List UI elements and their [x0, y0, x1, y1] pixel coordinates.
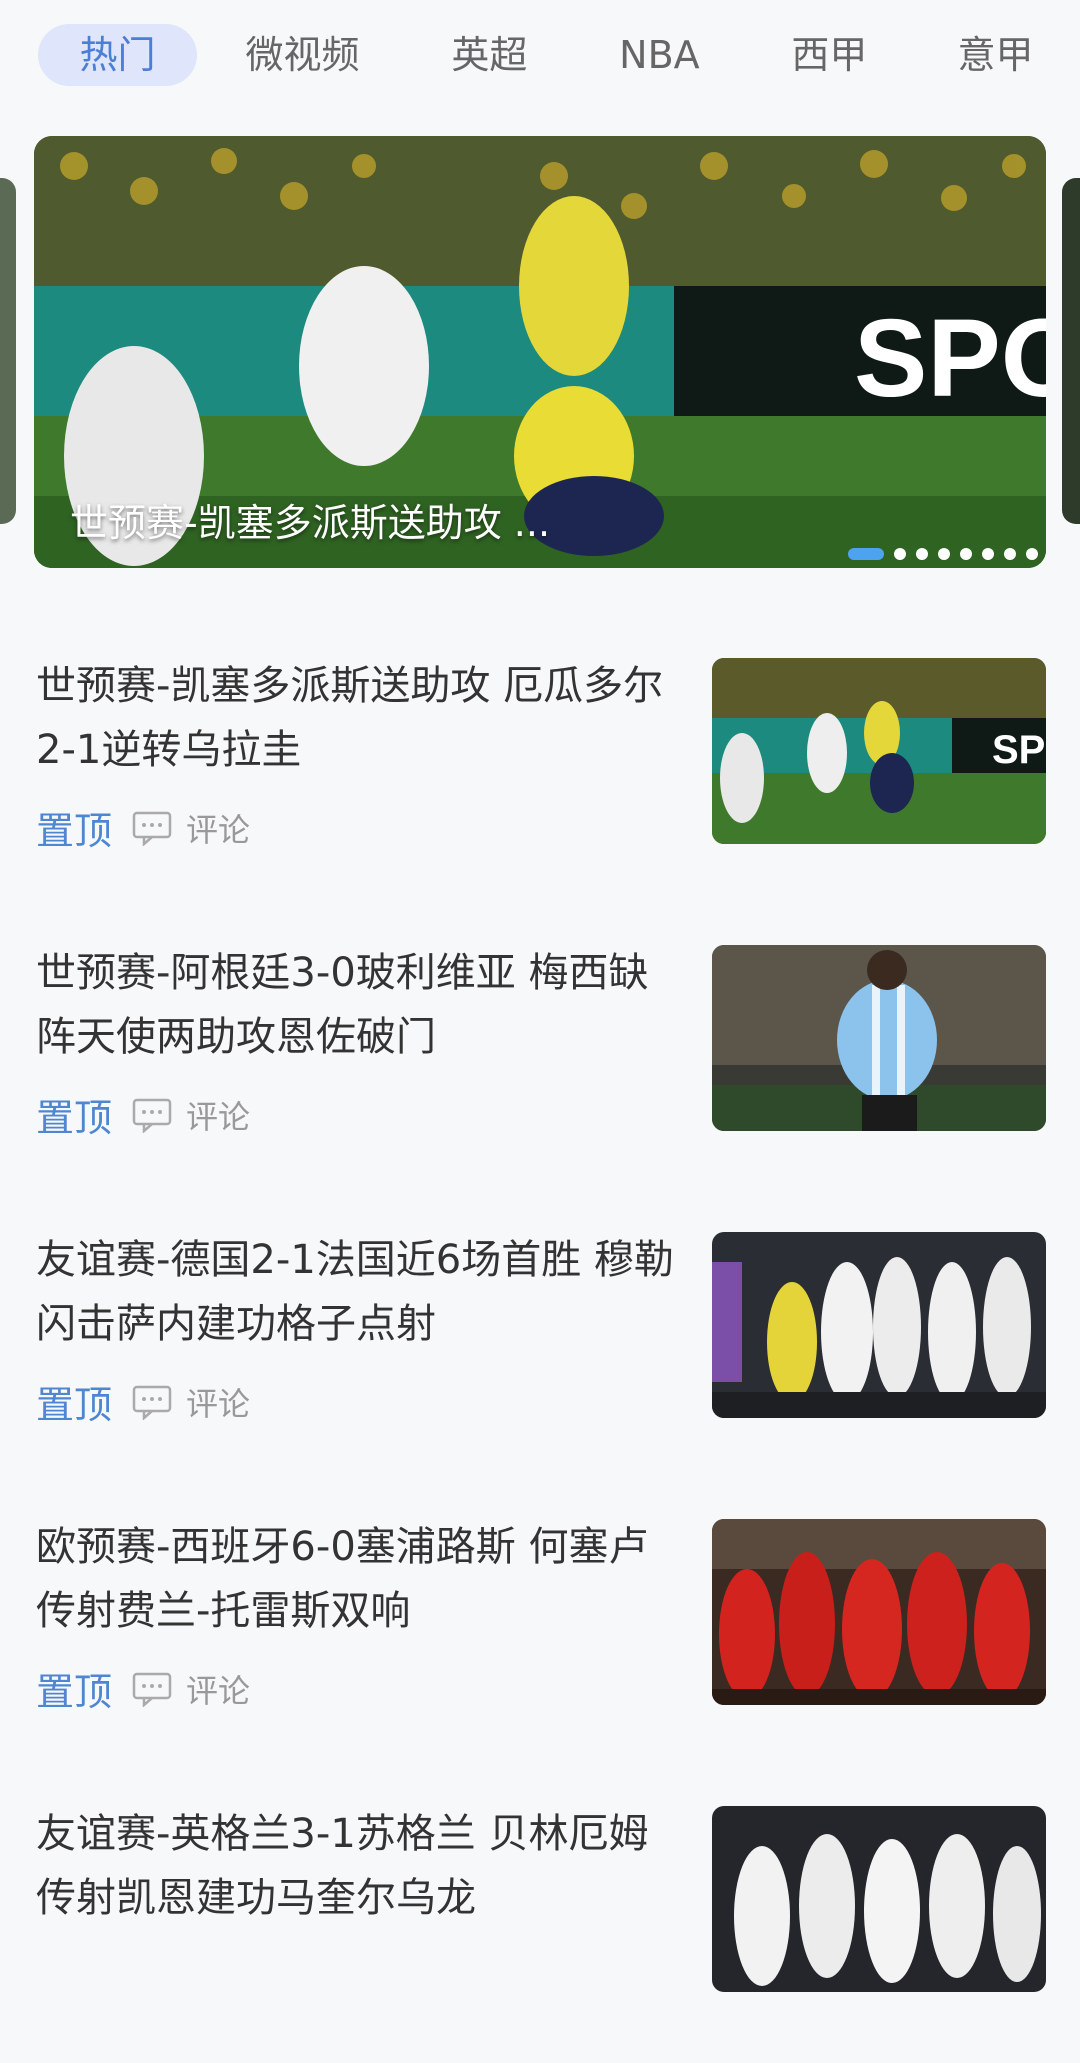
carousel-dot [938, 548, 950, 560]
tab-serie-a[interactable]: 意甲 [911, 24, 1080, 86]
news-thumbnail[interactable] [712, 1232, 1046, 1418]
carousel-dot [960, 548, 972, 560]
pinned-label: 置顶 [36, 809, 113, 853]
carousel-dot [982, 548, 994, 560]
news-list: 世预赛-凯塞多派斯送助攻 厄瓜多尔2-1逆转乌拉圭 置顶 评论 SP 世预赛-阿… [0, 628, 1080, 2063]
news-title: 世预赛-凯塞多派斯送助攻 厄瓜多尔2-1逆转乌拉圭 [36, 663, 664, 773]
tab-nba[interactable]: NBA [571, 24, 748, 86]
news-title: 友谊赛-英格兰3-1苏格兰 贝林厄姆传射凯恩建功马奎尔乌龙 [36, 1811, 649, 1921]
carousel-dot [916, 548, 928, 560]
pinned-label: 置顶 [36, 1670, 113, 1714]
news-thumbnail[interactable] [712, 1519, 1046, 1705]
carousel-indicator [848, 548, 1038, 560]
banner-caption: 世预赛-凯塞多派斯送助攻 ... [70, 501, 551, 545]
tab-micro-video[interactable]: 微视频 [197, 24, 408, 86]
news-item[interactable]: 欧预赛-西班牙6-0塞浦路斯 何塞卢传射费兰-托雷斯双响 置顶 评论 [0, 1489, 1080, 1776]
banner-prev-peek[interactable] [0, 178, 16, 524]
news-item[interactable]: 世预赛-凯塞多派斯送助攻 厄瓜多尔2-1逆转乌拉圭 置顶 评论 SP [0, 628, 1080, 915]
comment-icon[interactable] [132, 1671, 172, 1707]
pinned-label: 置顶 [36, 1383, 113, 1427]
category-tabs: 热门 微视频 英超 NBA 西甲 意甲 [0, 0, 1080, 110]
carousel-dot [1026, 548, 1038, 560]
comment-icon[interactable] [132, 1097, 172, 1133]
comment-label[interactable]: 评论 [186, 1092, 250, 1138]
news-meta: 置顶 评论 [36, 1661, 250, 1716]
banner-next-peek[interactable] [1062, 178, 1080, 524]
news-title: 欧预赛-西班牙6-0塞浦路斯 何塞卢传射费兰-托雷斯双响 [36, 1524, 649, 1634]
news-item[interactable]: 世预赛-阿根廷3-0玻利维亚 梅西缺阵天使两助攻恩佐破门 置顶 评论 [0, 915, 1080, 1202]
news-thumbnail[interactable] [712, 1806, 1046, 1992]
news-title: 友谊赛-德国2-1法国近6场首胜 穆勒闪击萨内建功格子点射 [36, 1237, 674, 1347]
comment-label[interactable]: 评论 [186, 1666, 250, 1712]
news-item[interactable]: 友谊赛-德国2-1法国近6场首胜 穆勒闪击萨内建功格子点射 置顶 评论 [0, 1202, 1080, 1489]
banner-carousel[interactable]: SPO 世预赛-凯塞多派斯送助攻 ... [34, 136, 1046, 568]
news-thumbnail[interactable] [712, 945, 1046, 1131]
carousel-dot [894, 548, 906, 560]
tab-premier-league[interactable]: 英超 [408, 24, 571, 86]
news-meta: 置顶 评论 [36, 800, 250, 855]
news-thumbnail[interactable]: SP [712, 658, 1046, 844]
news-title: 世预赛-阿根廷3-0玻利维亚 梅西缺阵天使两助攻恩佐破门 [36, 950, 649, 1060]
svg-text:SPO: SPO [854, 297, 1046, 420]
svg-text:SP: SP [992, 728, 1045, 772]
comment-icon[interactable] [132, 1384, 172, 1420]
news-meta: 置顶 评论 [36, 1087, 250, 1142]
comment-label[interactable]: 评论 [186, 805, 250, 851]
news-meta: 置顶 评论 [36, 1374, 250, 1429]
carousel-dot-active [848, 548, 884, 560]
comment-icon[interactable] [132, 810, 172, 846]
carousel-dot [1004, 548, 1016, 560]
tab-hot[interactable]: 热门 [38, 24, 198, 86]
tab-la-liga[interactable]: 西甲 [748, 24, 911, 86]
pinned-label: 置顶 [36, 1096, 113, 1140]
comment-label[interactable]: 评论 [186, 1379, 250, 1425]
